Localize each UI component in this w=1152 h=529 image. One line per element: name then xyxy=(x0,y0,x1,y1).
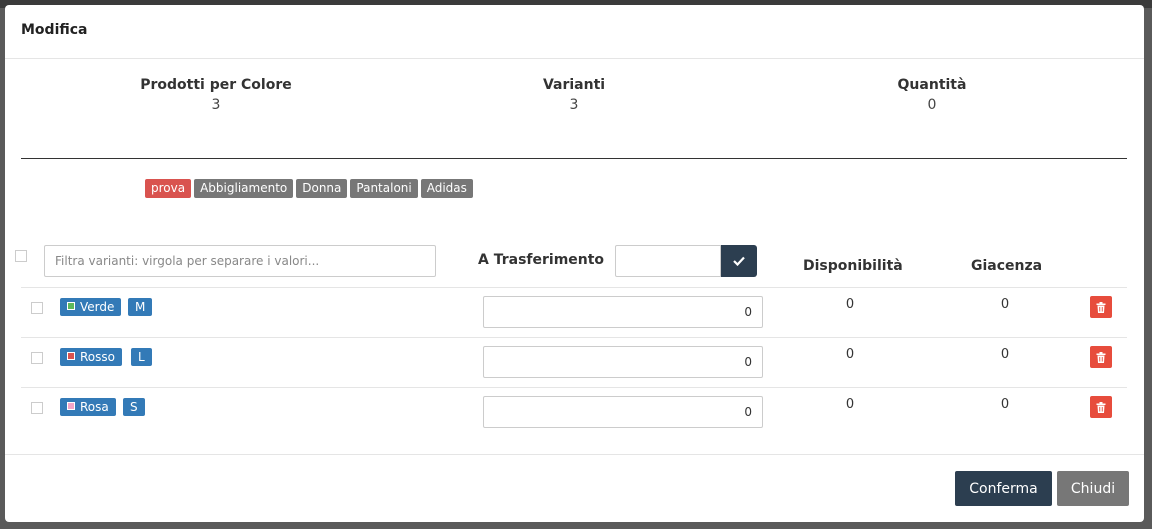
transfer-input[interactable] xyxy=(615,245,721,277)
stat-label: Quantità xyxy=(897,77,967,93)
trash-icon xyxy=(1096,351,1106,363)
availability-value: 0 xyxy=(845,347,855,362)
color-swatch xyxy=(67,352,75,360)
edit-modal: Modifica Prodotti per Colore 3 Varianti … xyxy=(5,5,1144,522)
row-checkbox[interactable] xyxy=(31,302,43,314)
color-badge: Rosso xyxy=(60,348,122,366)
stat-quantity: Quantità 0 xyxy=(802,77,1062,113)
select-all-checkbox[interactable] xyxy=(15,250,27,262)
transfer-qty-input[interactable] xyxy=(483,296,763,328)
column-header-availability: Disponibilità xyxy=(803,258,903,274)
tag-donna: Donna xyxy=(296,179,348,198)
color-label: Verde xyxy=(80,300,115,314)
variant-row: Rosa S 0 0 xyxy=(21,387,1127,437)
tag-prova: prova xyxy=(145,179,192,198)
tag-adidas: Adidas xyxy=(420,179,473,198)
tag-abbigliamento: Abbigliamento xyxy=(194,179,294,198)
trash-icon xyxy=(1096,301,1106,313)
modal-title: Modifica xyxy=(21,22,88,38)
tag-pantaloni: Pantaloni xyxy=(350,179,418,198)
column-header-stock: Giacenza xyxy=(971,258,1043,274)
column-header-transfer: A Trasferimento xyxy=(478,252,605,268)
transfer-qty-input[interactable] xyxy=(483,346,763,378)
color-badge: Verde xyxy=(60,298,122,316)
color-swatch xyxy=(67,302,75,310)
section-divider xyxy=(21,158,1127,159)
delete-button[interactable] xyxy=(1090,396,1112,418)
modal-footer-divider xyxy=(5,454,1144,455)
stat-value: 3 xyxy=(569,97,579,113)
product-tags: prova Abbigliamento Donna Pantaloni Adidas xyxy=(145,177,476,198)
stock-value: 0 xyxy=(1000,297,1010,312)
delete-button[interactable] xyxy=(1090,296,1112,318)
stat-variants: Varianti 3 xyxy=(444,77,704,113)
stock-value: 0 xyxy=(1000,347,1010,362)
stat-products-per-color: Prodotti per Colore 3 xyxy=(86,77,346,113)
delete-button[interactable] xyxy=(1090,346,1112,368)
check-icon xyxy=(733,256,745,266)
stat-label: Prodotti per Colore xyxy=(140,77,292,93)
transfer-qty-input[interactable] xyxy=(483,396,763,428)
size-badge: M xyxy=(128,298,153,316)
trash-icon xyxy=(1096,401,1106,413)
variant-filter-input[interactable] xyxy=(44,245,436,277)
color-badge: Rosa xyxy=(60,398,116,416)
availability-value: 0 xyxy=(845,297,855,312)
apply-transfer-button[interactable] xyxy=(721,245,757,277)
availability-value: 0 xyxy=(845,397,855,412)
confirm-button[interactable]: Conferma xyxy=(955,471,1052,506)
variant-row: Verde M 0 0 xyxy=(21,287,1127,337)
color-label: Rosso xyxy=(80,350,115,364)
color-swatch xyxy=(67,402,75,410)
size-badge: S xyxy=(123,398,145,416)
modal-header: Modifica xyxy=(5,5,1144,59)
stock-value: 0 xyxy=(1000,397,1010,412)
stat-label: Varianti xyxy=(542,77,606,93)
variant-row: Rosso L 0 0 xyxy=(21,337,1127,387)
close-button[interactable]: Chiudi xyxy=(1057,471,1129,506)
color-label: Rosa xyxy=(80,400,109,414)
stat-value: 0 xyxy=(927,97,937,113)
row-checkbox[interactable] xyxy=(31,402,43,414)
row-checkbox[interactable] xyxy=(31,352,43,364)
size-badge: L xyxy=(131,348,152,366)
stat-value: 3 xyxy=(211,97,221,113)
